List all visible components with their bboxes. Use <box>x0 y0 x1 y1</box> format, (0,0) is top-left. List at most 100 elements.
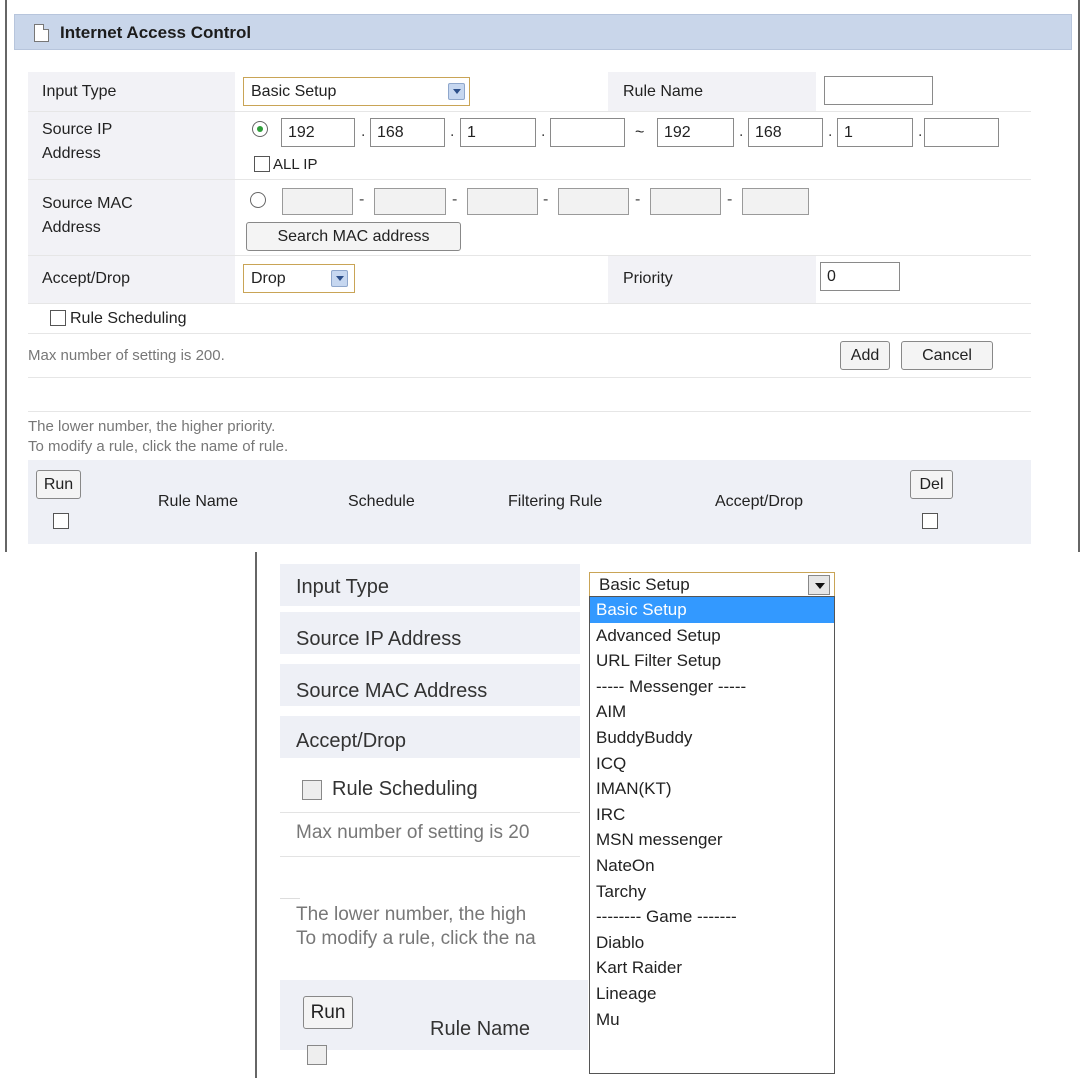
source-ip-label-line2: Address <box>42 145 101 162</box>
source-ip-label-line1: Source IP <box>42 121 113 138</box>
col-filtering-rule: Filtering Rule <box>508 493 603 510</box>
del-all-checkbox[interactable] <box>922 513 938 529</box>
option-buddybuddy[interactable]: BuddyBuddy <box>590 725 834 751</box>
source-ip-radio[interactable] <box>252 121 268 137</box>
ip-start-octet-1[interactable]: 192 <box>281 118 355 147</box>
accept-drop-row: Accept/Drop Drop Priority 0 <box>28 256 1031 304</box>
option-url-filter-setup[interactable]: URL Filter Setup <box>590 648 834 674</box>
dot-separator: . <box>918 123 923 140</box>
ip-start-octet-2[interactable]: 168 <box>370 118 445 147</box>
zoom-col-rule-name: Rule Name <box>430 1018 531 1040</box>
mac-field-5[interactable] <box>650 188 721 215</box>
option-advanced-setup[interactable]: Advanced Setup <box>590 623 834 649</box>
mac-field-2[interactable] <box>374 188 446 215</box>
option-iman-kt[interactable]: IMAN(KT) <box>590 776 834 802</box>
spacer-row <box>28 378 1031 412</box>
panel-right-border <box>1078 0 1080 552</box>
accept-drop-value: Drop <box>251 270 286 287</box>
zoom-rule-scheduling-label: Rule Scheduling <box>332 778 478 800</box>
option-basic-setup[interactable]: Basic Setup <box>590 597 834 623</box>
option-irc[interactable]: IRC <box>590 802 834 828</box>
page-title: Internet Access Control <box>60 23 252 42</box>
option-tarchy[interactable]: Tarchy <box>590 879 834 905</box>
internet-access-control-panel: Internet Access Control Input Type Basic… <box>0 0 1084 552</box>
zoom-select-value: Basic Setup <box>599 575 690 594</box>
panel-left-border <box>5 0 7 552</box>
title-bar: Internet Access Control <box>14 14 1072 50</box>
option-game-separator: -------- Game ------- <box>596 907 737 927</box>
modify-note: To modify a rule, click the name of rule… <box>28 438 289 455</box>
chevron-down-icon[interactable] <box>448 83 465 100</box>
max-setting-note: Max number of setting is 200. <box>28 347 225 364</box>
option-aim[interactable]: AIM <box>590 699 834 725</box>
priority-note: The lower number, the higher priority. <box>28 418 276 435</box>
zoom-run-checkbox[interactable] <box>307 1045 327 1065</box>
ip-start-octet-4[interactable] <box>550 118 625 147</box>
option-messenger-separator: ----- Messenger ----- <box>596 676 747 696</box>
zoom-left-border <box>255 552 257 1078</box>
option-lineage[interactable]: Lineage <box>590 981 834 1007</box>
zoom-rule-scheduling-checkbox[interactable] <box>302 780 322 800</box>
mac-field-6[interactable] <box>742 188 809 215</box>
dash-separator: - <box>452 191 458 208</box>
option-diablo[interactable]: Diablo <box>590 930 834 956</box>
zoom-source-ip-label: Source IP Address <box>296 628 462 650</box>
input-type-select[interactable]: Basic Setup <box>243 77 470 106</box>
option-icq[interactable]: ICQ <box>590 751 834 777</box>
add-button[interactable]: Add <box>840 341 890 370</box>
priority-input[interactable]: 0 <box>820 262 900 291</box>
option-kart-raider[interactable]: Kart Raider <box>590 955 834 981</box>
ip-start-octet-3[interactable]: 1 <box>460 118 536 147</box>
run-all-checkbox[interactable] <box>53 513 69 529</box>
option-mu[interactable]: Mu <box>590 1007 834 1033</box>
dash-separator: - <box>727 191 733 208</box>
dash-separator: - <box>635 191 641 208</box>
source-mac-row: Source MAC Address - - - - - Search MAC … <box>28 180 1031 256</box>
option-msn-messenger[interactable]: MSN messenger <box>590 827 834 853</box>
zoom-modify-note: To modify a rule, click the na <box>296 928 536 949</box>
zoom-source-mac-label: Source MAC Address <box>296 680 488 702</box>
cancel-button[interactable]: Cancel <box>901 341 993 370</box>
input-type-value: Basic Setup <box>251 83 337 100</box>
mac-field-1[interactable] <box>282 188 353 215</box>
dot-separator: . <box>739 123 744 140</box>
col-rule-name: Rule Name <box>158 493 239 510</box>
ip-end-octet-1[interactable]: 192 <box>657 118 734 147</box>
mac-field-3[interactable] <box>467 188 538 215</box>
zoom-divider <box>280 898 300 899</box>
dot-separator: . <box>828 123 833 140</box>
zoom-input-type-select[interactable]: Basic Setup <box>589 572 835 598</box>
zoom-max-note: Max number of setting is 20 <box>296 822 530 843</box>
del-button[interactable]: Del <box>910 470 953 499</box>
run-button[interactable]: Run <box>36 470 81 499</box>
rule-name-label: Rule Name <box>623 83 704 100</box>
accept-drop-select[interactable]: Drop <box>243 264 355 293</box>
rule-scheduling-row: Rule Scheduling <box>28 304 1031 334</box>
chevron-down-icon[interactable] <box>331 270 348 287</box>
col-schedule: Schedule <box>348 493 415 510</box>
source-mac-radio[interactable] <box>250 192 266 208</box>
source-ip-row: Source IP Address 192 . 168 . 1 . ~ 192 … <box>28 112 1031 180</box>
dash-separator: - <box>543 191 549 208</box>
rule-name-input[interactable] <box>824 76 933 105</box>
source-mac-label-line2: Address <box>42 219 101 236</box>
zoom-priority-note: The lower number, the high <box>296 904 527 925</box>
zoom-input-type-label: Input Type <box>296 576 390 598</box>
all-ip-checkbox[interactable] <box>254 156 270 172</box>
ip-end-octet-3[interactable]: 1 <box>837 118 913 147</box>
page-icon <box>34 24 49 42</box>
input-type-dropdown-list: Basic Setup Advanced Setup URL Filter Se… <box>589 596 835 1074</box>
zoom-run-button[interactable]: Run <box>303 996 353 1029</box>
rule-scheduling-checkbox[interactable] <box>50 310 66 326</box>
max-setting-row: Max number of setting is 200. Add Cancel <box>28 334 1031 378</box>
search-mac-button[interactable]: Search MAC address <box>246 222 461 251</box>
mac-field-4[interactable] <box>558 188 629 215</box>
chevron-down-icon[interactable] <box>808 575 830 595</box>
option-nateon[interactable]: NateOn <box>590 853 834 879</box>
input-type-row: Input Type Basic Setup Rule Name <box>28 72 1031 112</box>
rule-scheduling-label: Rule Scheduling <box>70 310 187 327</box>
ip-end-octet-4[interactable] <box>924 118 999 147</box>
ip-end-octet-2[interactable]: 168 <box>748 118 823 147</box>
range-separator: ~ <box>635 124 645 141</box>
col-accept-drop: Accept/Drop <box>715 493 804 510</box>
